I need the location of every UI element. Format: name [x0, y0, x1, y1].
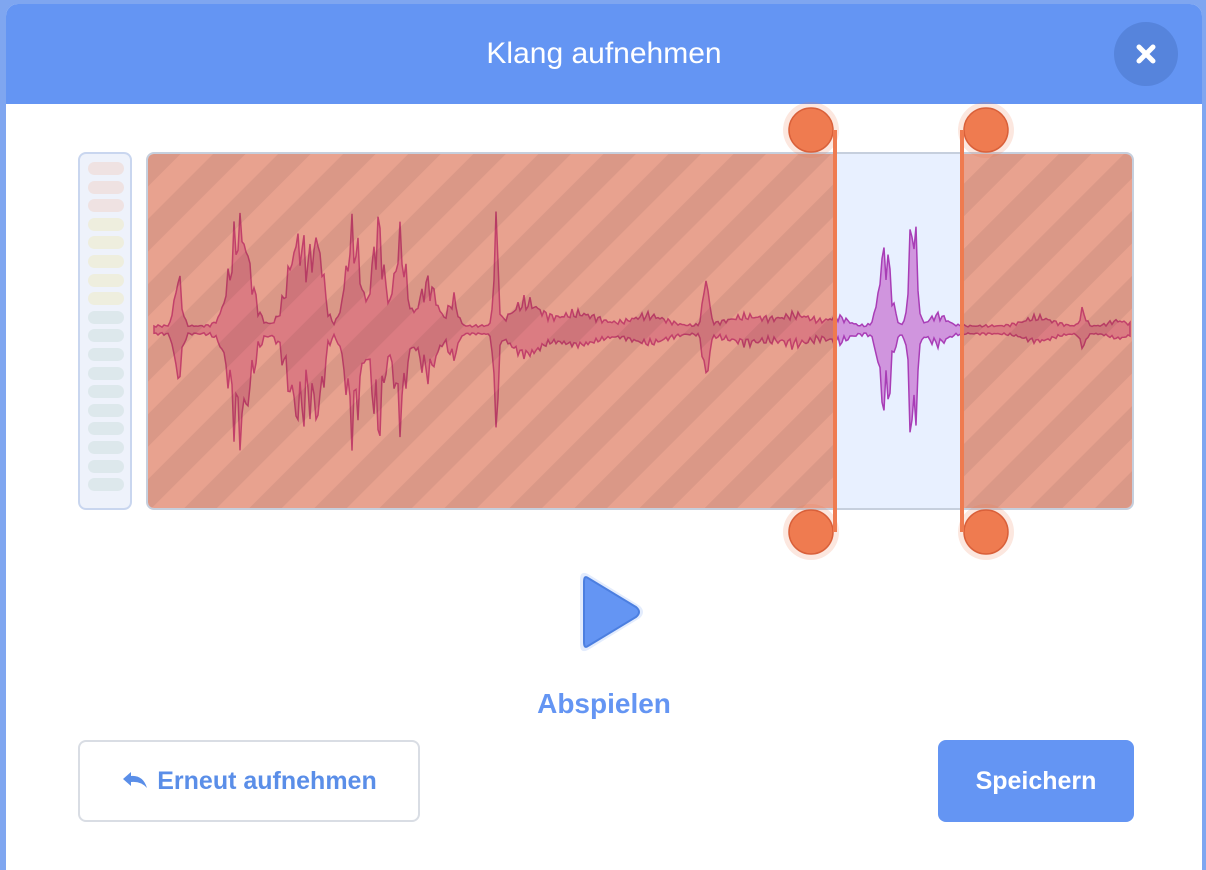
rerecord-button[interactable]: Erneut aufnehmen [78, 740, 420, 822]
close-button[interactable] [1114, 22, 1178, 86]
save-label: Speichern [975, 766, 1097, 795]
volume-meter-bar [88, 441, 124, 454]
volume-meter-bar [88, 199, 124, 213]
volume-meter-bar [88, 217, 124, 231]
volume-meter-bar [88, 292, 124, 306]
waveform-editor[interactable] [146, 152, 1134, 510]
rerecord-label: Erneut aufnehmen [157, 766, 377, 795]
dialog-title: Klang aufnehmen [486, 37, 722, 70]
volume-meter-bar [88, 459, 124, 473]
volume-meter-bar [88, 236, 124, 250]
volume-meter-bar [88, 403, 124, 417]
volume-meter-bar [88, 478, 124, 492]
record-sound-dialog: Klang aufnehmen Abspielen Erneut aufnehm… [6, 4, 1202, 870]
volume-meter-bar [88, 273, 124, 287]
save-button[interactable]: Speichern [938, 740, 1134, 822]
volume-meter-bar [88, 310, 124, 324]
volume-meter [78, 152, 132, 510]
volume-meter-bar [88, 422, 124, 436]
volume-meter-bar [88, 366, 124, 380]
close-icon [1136, 44, 1156, 64]
play-icon [580, 572, 643, 652]
dialog-header: Klang aufnehmen [6, 4, 1202, 104]
volume-meter-bar [88, 180, 124, 194]
undo-arrow-icon [123, 772, 148, 788]
volume-meter-bar [88, 329, 124, 343]
volume-meter-bar [88, 385, 124, 399]
volume-meter-bar [88, 348, 124, 361]
volume-meter-bar [88, 255, 124, 268]
waveform-canvas [148, 154, 1132, 508]
play-button[interactable] [568, 564, 654, 660]
play-label: Abspielen [537, 688, 671, 719]
volume-meter-bar [88, 162, 124, 175]
